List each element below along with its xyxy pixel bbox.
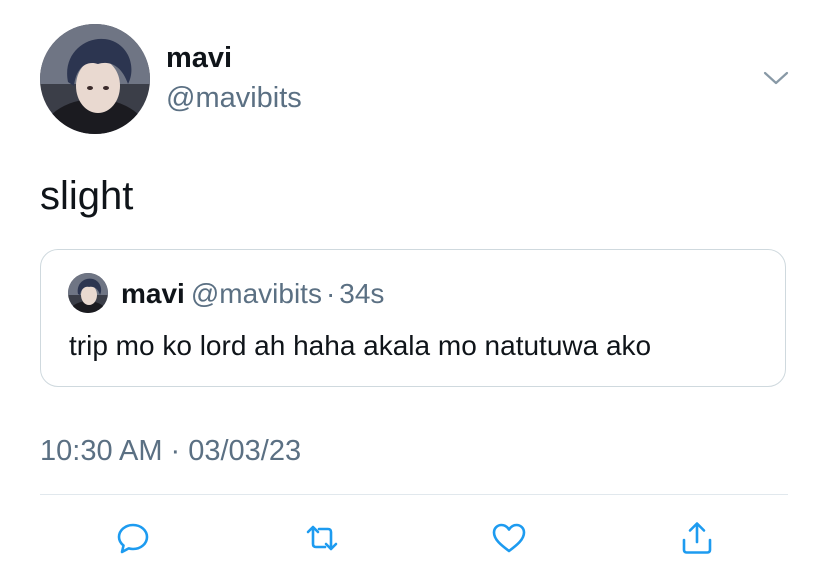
like-icon[interactable]	[489, 518, 529, 558]
tweet-date: 03/03/23	[188, 435, 302, 467]
quoted-tweet-text: trip mo ko lord ah haha akala mo natutuw…	[69, 330, 652, 361]
timestamp-separator: ·	[170, 435, 181, 467]
quoted-author-display-name: mavi	[121, 278, 185, 309]
author-display-name[interactable]: mavi	[166, 40, 232, 76]
author-avatar[interactable]	[40, 24, 150, 134]
quoted-time: 34s	[339, 278, 385, 309]
tweet-text: slight	[40, 174, 134, 218]
tweet-time: 10:30 AM	[40, 435, 163, 467]
reply-icon[interactable]	[113, 518, 153, 558]
tweet-timestamp: 10:30 AM · 03/03/23	[40, 433, 301, 469]
avatar-image	[40, 24, 150, 134]
quoted-tweet-card[interactable]: mavi @mavibits · 34s trip mo ko lord ah hah…	[40, 249, 786, 387]
quoted-separator: ·	[325, 278, 336, 309]
quoted-author-handle: @mavibits	[190, 278, 322, 309]
divider	[40, 494, 788, 495]
chevron-down-icon[interactable]	[762, 68, 790, 88]
author-handle[interactable]: @mavibits	[166, 80, 302, 116]
quoted-author-avatar	[68, 273, 108, 313]
retweet-icon[interactable]	[302, 518, 342, 558]
share-icon[interactable]	[677, 518, 717, 558]
quoted-tweet-header: mavi @mavibits · 34s	[121, 277, 384, 311]
